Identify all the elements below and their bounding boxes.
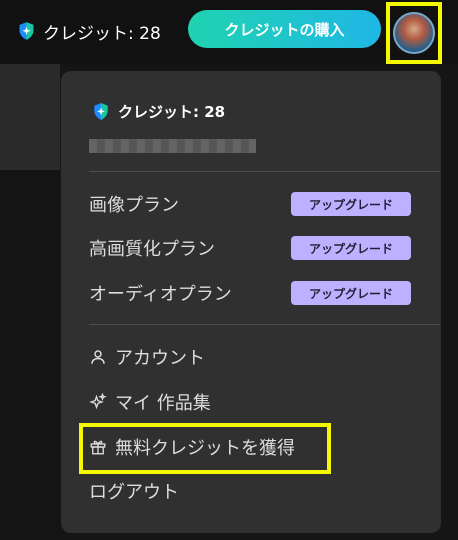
buy-credits-button[interactable]: クレジットの購入 — [188, 10, 381, 48]
menu-item-account[interactable]: アカウント — [89, 342, 205, 372]
avatar[interactable] — [393, 12, 435, 54]
plan-row-image: 画像プラン アップグレード — [89, 190, 411, 218]
menu-item-label: アカウント — [115, 348, 205, 369]
shield-icon — [19, 22, 34, 40]
free-credits-highlight — [79, 423, 331, 474]
plan-label: 画像プラン — [89, 195, 179, 216]
plan-row-audio: オーディオプラン アップグレード — [89, 279, 411, 307]
upgrade-button[interactable]: アップグレード — [291, 236, 411, 260]
menu-credit-display: クレジット: 28 — [91, 101, 225, 122]
divider — [89, 324, 440, 325]
plan-label: オーディオプラン — [89, 284, 232, 305]
upgrade-button[interactable]: アップグレード — [291, 192, 411, 216]
menu-credit-label: クレジット: 28 — [118, 103, 226, 121]
plan-row-upscale: 高画質化プラン アップグレード — [89, 234, 411, 262]
blurred-email — [89, 139, 256, 153]
menu-item-works[interactable]: マイ 作品集 — [89, 387, 211, 417]
plan-label: 高画質化プラン — [89, 239, 215, 260]
credit-label: クレジット: 28 — [43, 23, 161, 44]
background-panel-dark — [0, 170, 60, 540]
top-bar: クレジット: 28 クレジットの購入 — [0, 0, 458, 64]
shield-icon — [94, 103, 108, 120]
user-icon — [91, 350, 105, 364]
credit-display: クレジット: 28 — [16, 17, 161, 45]
menu-item-logout[interactable]: ログアウト — [89, 476, 179, 506]
menu-item-label: マイ 作品集 — [115, 393, 211, 414]
sparkle-icon — [89, 393, 107, 410]
background-panel — [0, 64, 60, 170]
divider — [89, 171, 440, 172]
upgrade-button[interactable]: アップグレード — [291, 281, 411, 305]
avatar-highlight[interactable] — [386, 2, 442, 64]
menu-item-label: ログアウト — [89, 482, 179, 503]
